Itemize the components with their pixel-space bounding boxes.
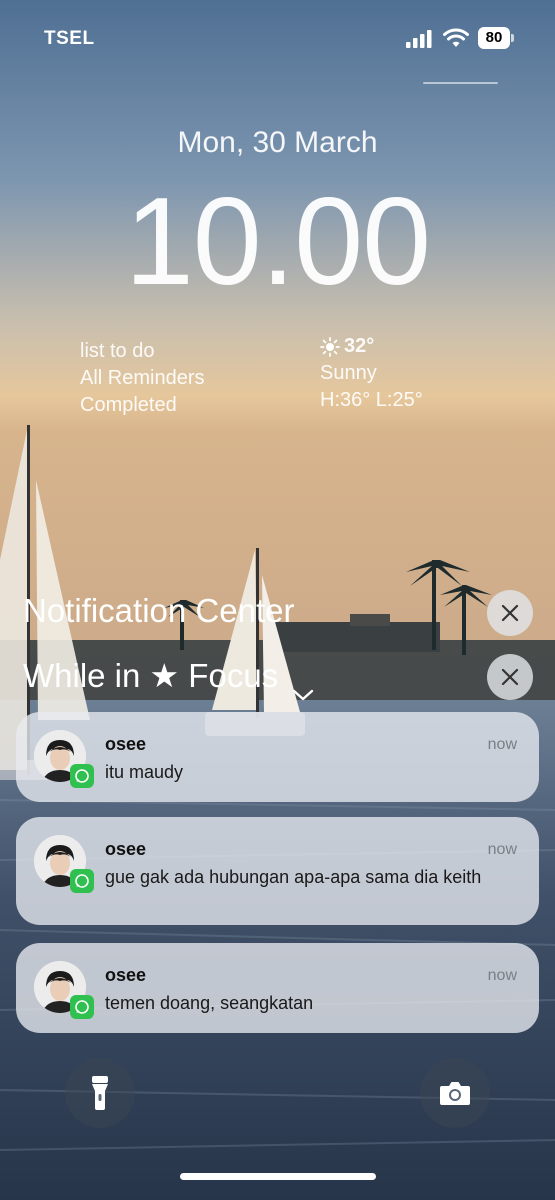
notification-time: now xyxy=(487,841,517,858)
notification-sender: osee xyxy=(105,839,147,859)
battery-icon: 80 xyxy=(478,27,514,49)
chevron-down-icon xyxy=(292,672,314,700)
focus-group-header[interactable]: While in ★ Focus xyxy=(23,656,314,700)
notification-sender: osee xyxy=(105,965,147,985)
camera-icon xyxy=(440,1082,470,1105)
wifi-icon xyxy=(443,27,469,49)
reminders-widget[interactable]: list to do All Reminders Completed xyxy=(80,338,204,419)
notification-message: itu maudy xyxy=(105,762,184,782)
notification-card[interactable]: osee now itu maudy xyxy=(16,712,539,802)
close-icon xyxy=(501,604,519,622)
flashlight-icon xyxy=(92,1076,108,1110)
lock-time: 10.00 xyxy=(124,173,431,311)
notification-time: now xyxy=(487,967,517,984)
notification-sender: osee xyxy=(105,734,147,754)
control-center-indicator[interactable] xyxy=(423,82,498,84)
battery-level: 80 xyxy=(485,29,503,46)
whatsapp-icon xyxy=(70,995,94,1019)
notification-time: now xyxy=(487,736,517,753)
reminders-line-1: All Reminders xyxy=(80,367,205,389)
notification-card[interactable]: osee now temen doang, seangkatan xyxy=(16,943,539,1033)
reminders-line-2: Completed xyxy=(80,394,177,416)
carrier-label: TSEL xyxy=(44,28,95,49)
reminders-title: list to do xyxy=(80,340,155,362)
status-bar: TSEL 80 xyxy=(0,26,555,84)
cellular-signal-icon xyxy=(406,30,434,48)
clear-focus-group-button[interactable] xyxy=(487,654,533,700)
clear-notifications-button[interactable] xyxy=(487,590,533,636)
close-icon xyxy=(501,668,519,686)
focus-prefix: While in xyxy=(23,657,150,694)
whatsapp-icon xyxy=(70,869,94,893)
camera-button[interactable] xyxy=(420,1058,490,1128)
sun-icon xyxy=(320,336,340,357)
weather-high-low: H:36° L:25° xyxy=(320,389,423,411)
weather-condition: Sunny xyxy=(320,362,377,384)
focus-label: Focus xyxy=(179,657,279,694)
notification-card[interactable]: osee now gue gak ada hubungan apa-apa sa… xyxy=(16,817,539,925)
star-icon: ★ xyxy=(149,657,180,694)
notification-message: gue gak ada hubungan apa-apa sama dia ke… xyxy=(105,867,482,887)
lock-date: Mon, 30 March xyxy=(177,126,378,159)
notification-message: temen doang, seangkatan xyxy=(105,993,314,1013)
whatsapp-icon xyxy=(70,764,94,788)
weather-widget[interactable]: 32° Sunny H:36° L:25° xyxy=(320,333,423,414)
flashlight-button[interactable] xyxy=(65,1058,135,1128)
notification-center-title: Notification Center xyxy=(23,592,295,629)
weather-temperature: 32° xyxy=(344,335,375,357)
home-indicator[interactable] xyxy=(180,1173,376,1180)
